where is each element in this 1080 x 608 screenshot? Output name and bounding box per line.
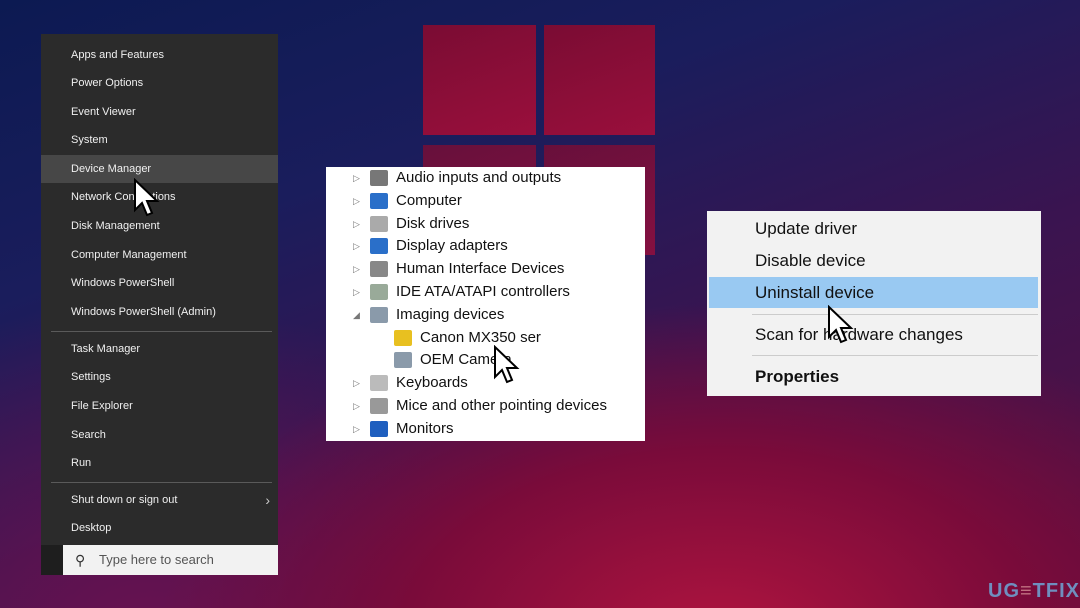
tree-item-monitors[interactable]: ▷ Monitors xyxy=(326,418,645,440)
tree-item-imaging-devices[interactable]: ◢ Imaging devices xyxy=(326,304,645,326)
expand-arrow-icon[interactable]: ▷ xyxy=(353,258,360,280)
tree-item-oem-camera[interactable]: OEM Camera xyxy=(326,349,645,371)
expanded-arrow-icon[interactable]: ◢ xyxy=(353,304,360,326)
mouse-cursor-icon xyxy=(493,344,523,387)
menu-item-desktop[interactable]: Desktop xyxy=(41,514,278,542)
tree-item-label: Human Interface Devices xyxy=(396,260,565,278)
tree-item-label: IDE ATA/ATAPI controllers xyxy=(396,283,570,300)
speaker-icon xyxy=(370,170,388,186)
context-item-uninstall-device[interactable]: Uninstall device xyxy=(709,277,1038,308)
menu-item-power-options[interactable]: Power Options xyxy=(41,69,278,97)
start-button[interactable] xyxy=(41,545,63,575)
search-placeholder: Type here to search xyxy=(99,552,214,567)
context-item-disable-device[interactable]: Disable device xyxy=(709,245,1038,276)
mouse-cursor-icon xyxy=(133,177,163,220)
menu-item-windows-powershell-admin[interactable]: Windows PowerShell (Admin) xyxy=(41,298,278,326)
tree-item-ide-ata-atapi-controllers[interactable]: ▷ IDE ATA/ATAPI controllers xyxy=(326,281,645,303)
menu-item-system[interactable]: System xyxy=(41,126,278,154)
tree-item-label: Mice and other pointing devices xyxy=(396,397,607,414)
tree-item-label: Audio inputs and outputs xyxy=(396,169,562,186)
menu-item-shut-down-or-sign-out[interactable]: Shut down or sign out › xyxy=(41,486,278,514)
ide-icon xyxy=(370,284,388,300)
tree-item-mice-and-other-pointing-devices[interactable]: ▷ Mice and other pointing devices xyxy=(326,395,645,417)
tree-item-label: Disk drives xyxy=(396,214,470,232)
watermark-logo: UG≡TFIX xyxy=(988,580,1080,602)
menu-separator xyxy=(51,482,272,483)
tree-item-display-adapters[interactable]: ▷ Display adapters xyxy=(326,235,645,257)
mouse-cursor-icon xyxy=(827,304,857,347)
device-manager-tree: ▷ Audio inputs and outputs ▷ Computer ▷ Disk … xyxy=(326,167,645,441)
tree-item-keyboards[interactable]: ▷ Keyboards xyxy=(326,372,645,394)
expand-arrow-icon[interactable]: ▷ xyxy=(353,372,360,394)
camera-icon xyxy=(394,352,412,369)
menu-item-settings[interactable]: Settings xyxy=(41,363,278,391)
tree-item-computer[interactable]: ▷ Computer xyxy=(326,190,645,212)
menu-item-run[interactable]: Run xyxy=(41,449,278,477)
menu-separator xyxy=(752,355,1038,356)
context-item-scan-for-hardware-changes[interactable]: Scan for hardware changes xyxy=(709,319,1038,350)
menu-item-task-manager[interactable]: Task Manager xyxy=(41,335,278,363)
tree-item-label: Computer xyxy=(396,191,462,209)
camera-warning-icon xyxy=(394,329,412,346)
tree-item-label: Imaging devices xyxy=(396,305,505,323)
mouse-icon xyxy=(370,398,388,414)
context-item-properties[interactable]: Properties xyxy=(709,361,1038,392)
computer-icon xyxy=(370,192,388,209)
disk-icon xyxy=(370,215,388,232)
expand-arrow-icon[interactable]: ▷ xyxy=(353,190,360,212)
expand-arrow-icon[interactable]: ▷ xyxy=(353,167,360,189)
menu-item-label: Desktop xyxy=(71,522,112,534)
expand-arrow-icon[interactable]: ▷ xyxy=(353,281,360,303)
hid-icon xyxy=(370,261,388,278)
expand-arrow-icon[interactable]: ▷ xyxy=(353,235,360,257)
menu-item-apps-and-features[interactable]: Apps and Features xyxy=(41,41,278,69)
keyboard-icon xyxy=(370,375,388,392)
context-item-update-driver[interactable]: Update driver xyxy=(709,213,1038,244)
camera-icon xyxy=(370,306,388,323)
menu-item-windows-powershell[interactable]: Windows PowerShell xyxy=(41,269,278,297)
expand-arrow-icon[interactable]: ▷ xyxy=(353,395,360,417)
menu-item-computer-management[interactable]: Computer Management xyxy=(41,241,278,269)
display-adapter-icon xyxy=(370,238,388,255)
winx-menu: ⚲ Type here to search Apps and Features P… xyxy=(41,34,278,575)
taskbar-search-box[interactable]: ⚲ Type here to search xyxy=(63,545,278,575)
menu-item-event-viewer[interactable]: Event Viewer xyxy=(41,98,278,126)
tree-item-disk-drives[interactable]: ▷ Disk drives xyxy=(326,213,645,235)
menu-item-file-explorer[interactable]: File Explorer xyxy=(41,392,278,420)
tree-item-label: Keyboards xyxy=(396,374,468,392)
device-context-menu: Update driver Disable device Uninstall dev… xyxy=(707,211,1041,396)
expand-arrow-icon[interactable]: ▷ xyxy=(353,213,360,235)
search-icon: ⚲ xyxy=(75,552,86,568)
monitor-icon xyxy=(370,420,388,437)
expand-arrow-icon[interactable]: ▷ xyxy=(353,418,360,440)
tree-item-canon-mx350-ser[interactable]: Canon MX350 ser xyxy=(326,327,645,349)
menu-separator xyxy=(752,314,1038,315)
menu-item-search[interactable]: Search xyxy=(41,421,278,449)
chevron-right-icon: › xyxy=(265,492,270,508)
tree-item-label: Display adapters xyxy=(396,237,508,255)
menu-separator xyxy=(51,331,272,332)
tree-item-human-interface-devices[interactable]: ▷ Human Interface Devices xyxy=(326,258,645,280)
tree-item-audio-inputs-and-outputs[interactable]: ▷ Audio inputs and outputs xyxy=(326,167,645,189)
menu-item-label: Shut down or sign out xyxy=(71,494,178,506)
tree-item-label: Monitors xyxy=(396,419,454,437)
